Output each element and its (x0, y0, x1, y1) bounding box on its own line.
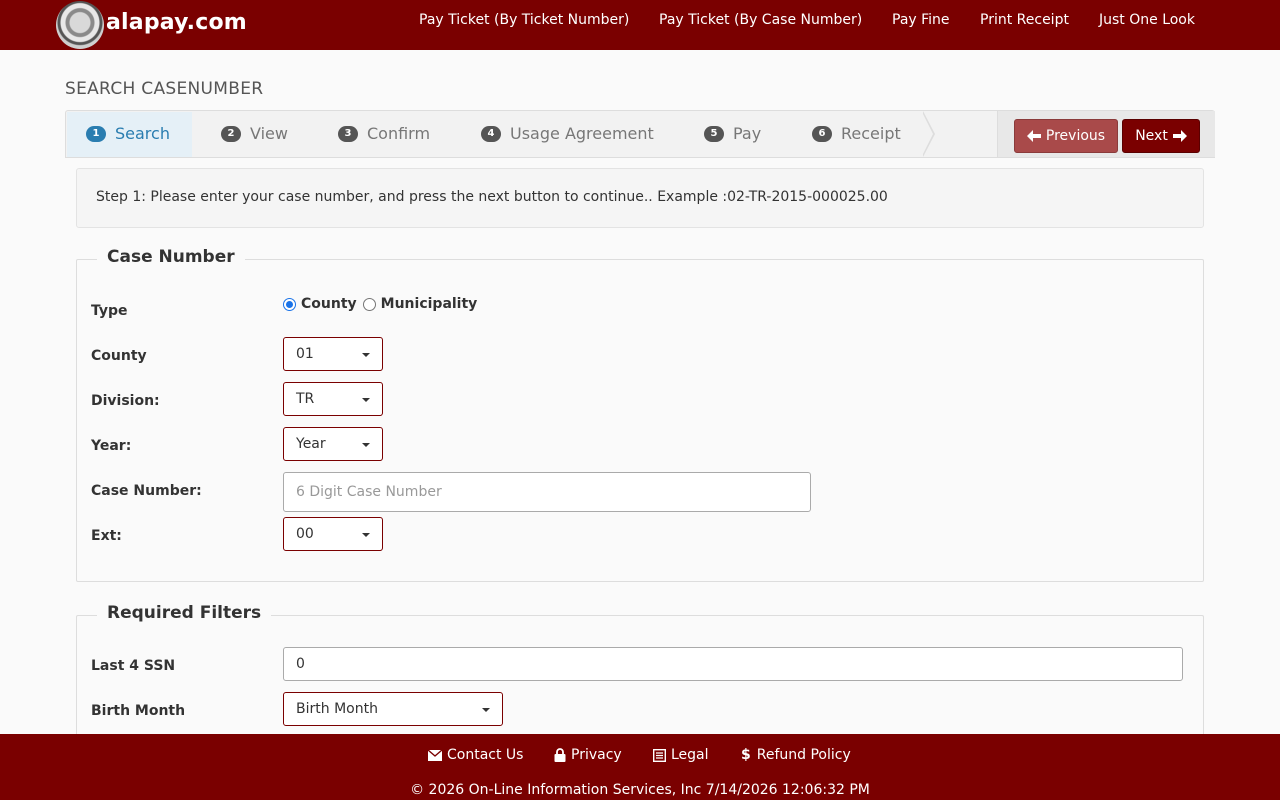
county-label: County (91, 348, 147, 364)
step-number-badge: 3 (338, 125, 358, 142)
birth-month-label: Birth Month (91, 703, 186, 719)
nav-pay-ticket-by-ticket[interactable]: Pay Ticket (By Ticket Number) (419, 12, 629, 28)
page-title: SEARCH CASENUMBER (65, 79, 264, 99)
footer-link-label: Legal (671, 747, 709, 763)
case-number-fieldset: Case Number (76, 247, 1204, 582)
nav-just-one-look[interactable]: Just One Look (1099, 12, 1195, 28)
instruction-banner: Step 1: Please enter your case number, a… (76, 168, 1204, 228)
year-label: Year: (91, 438, 132, 454)
step-label: Usage Agreement (510, 124, 654, 143)
radio-county[interactable] (283, 297, 296, 311)
next-button-label: Next (1135, 128, 1168, 144)
copyright-text: © 2026 On-Line Information Services, Inc… (410, 782, 870, 798)
ext-select-value: 00 (296, 526, 314, 542)
caret-down-icon (362, 533, 370, 537)
step-number-badge: 1 (86, 125, 106, 142)
previous-button[interactable]: Previous (1014, 119, 1118, 153)
ext-label: Ext: (91, 528, 122, 544)
nav-print-receipt[interactable]: Print Receipt (980, 12, 1069, 28)
wizard-step-view[interactable]: 2 View (221, 124, 288, 143)
list-document-icon (653, 748, 666, 762)
caret-down-icon (362, 353, 370, 357)
caret-down-icon (362, 443, 370, 447)
step-label: Receipt (841, 124, 901, 143)
division-label: Division: (91, 393, 160, 409)
arrow-left-icon (1026, 130, 1041, 142)
step-label: View (250, 124, 288, 143)
division-select[interactable]: TR (283, 382, 383, 416)
last4-ssn-input[interactable] (283, 647, 1183, 681)
step-number-badge: 5 (704, 125, 724, 142)
dollar-icon: $ (741, 747, 751, 763)
case-number-input[interactable] (283, 472, 811, 512)
case-number-label: Case Number: (91, 483, 202, 499)
case-number-legend: Case Number (97, 247, 245, 267)
division-select-value: TR (296, 391, 315, 407)
county-select-value: 01 (296, 346, 314, 362)
footer-link-label: Refund Policy (756, 747, 851, 763)
last4-ssn-label: Last 4 SSN (91, 658, 176, 674)
radio-municipality[interactable] (362, 297, 376, 311)
wizard-step-confirm[interactable]: 3 Confirm (338, 124, 430, 143)
county-select[interactable]: 01 (283, 337, 383, 371)
top-navbar: alapay.com Pay Ticket (By Ticket Number)… (0, 0, 1280, 50)
footer-privacy[interactable]: Privacy (554, 747, 622, 763)
footer-refund-policy[interactable]: $ Refund Policy (741, 747, 851, 763)
wizard-step-pay[interactable]: 5 Pay (704, 124, 761, 143)
nav-pay-fine[interactable]: Pay Fine (892, 12, 950, 28)
brand-name[interactable]: alapay.com (106, 10, 247, 35)
year-select[interactable]: Year (283, 427, 383, 461)
step-number-badge: 6 (812, 125, 832, 142)
type-radio-group: County Municipality (283, 296, 477, 312)
wizard-step-search[interactable]: 1 Search (86, 124, 170, 143)
envelope-icon (428, 749, 442, 761)
next-button[interactable]: Next (1122, 119, 1200, 153)
footer-link-label: Privacy (571, 747, 622, 763)
arrow-right-icon (1172, 130, 1187, 142)
wizard-steps: 1 Search 2 View 3 Confirm 4 Usage Agreem… (65, 110, 1215, 158)
wizard-step-usage-agreement[interactable]: 4 Usage Agreement (481, 124, 654, 143)
year-select-value: Year (296, 436, 326, 452)
step-label: Search (115, 124, 170, 143)
required-filters-legend: Required Filters (97, 603, 272, 623)
radio-municipality-label[interactable]: Municipality (381, 296, 478, 312)
footer-contact-us[interactable]: Contact Us (428, 747, 523, 763)
caret-down-icon (362, 398, 370, 402)
step-label: Confirm (367, 124, 431, 143)
seal-logo-icon[interactable] (56, 1, 104, 49)
footer-link-label: Contact Us (447, 747, 524, 763)
ext-select[interactable]: 00 (283, 517, 383, 551)
footer: Contact Us Privacy Legal $ Refund Policy… (0, 734, 1280, 800)
step-chevron-divider-inner (922, 112, 933, 156)
wizard-actions: Previous Next (997, 111, 1215, 157)
footer-legal[interactable]: Legal (653, 747, 709, 763)
step-number-badge: 2 (221, 125, 241, 142)
step-number-badge: 4 (481, 125, 501, 142)
caret-down-icon (482, 708, 490, 712)
nav-pay-ticket-by-case[interactable]: Pay Ticket (By Case Number) (659, 12, 862, 28)
birth-month-select-value: Birth Month (296, 701, 378, 717)
radio-county-label[interactable]: County (301, 296, 357, 312)
wizard-step-receipt[interactable]: 6 Receipt (812, 124, 901, 143)
lock-icon (554, 748, 566, 762)
type-label: Type (91, 303, 128, 319)
birth-month-select[interactable]: Birth Month (283, 692, 503, 726)
previous-button-label: Previous (1045, 128, 1106, 144)
step-label: Pay (733, 124, 762, 143)
